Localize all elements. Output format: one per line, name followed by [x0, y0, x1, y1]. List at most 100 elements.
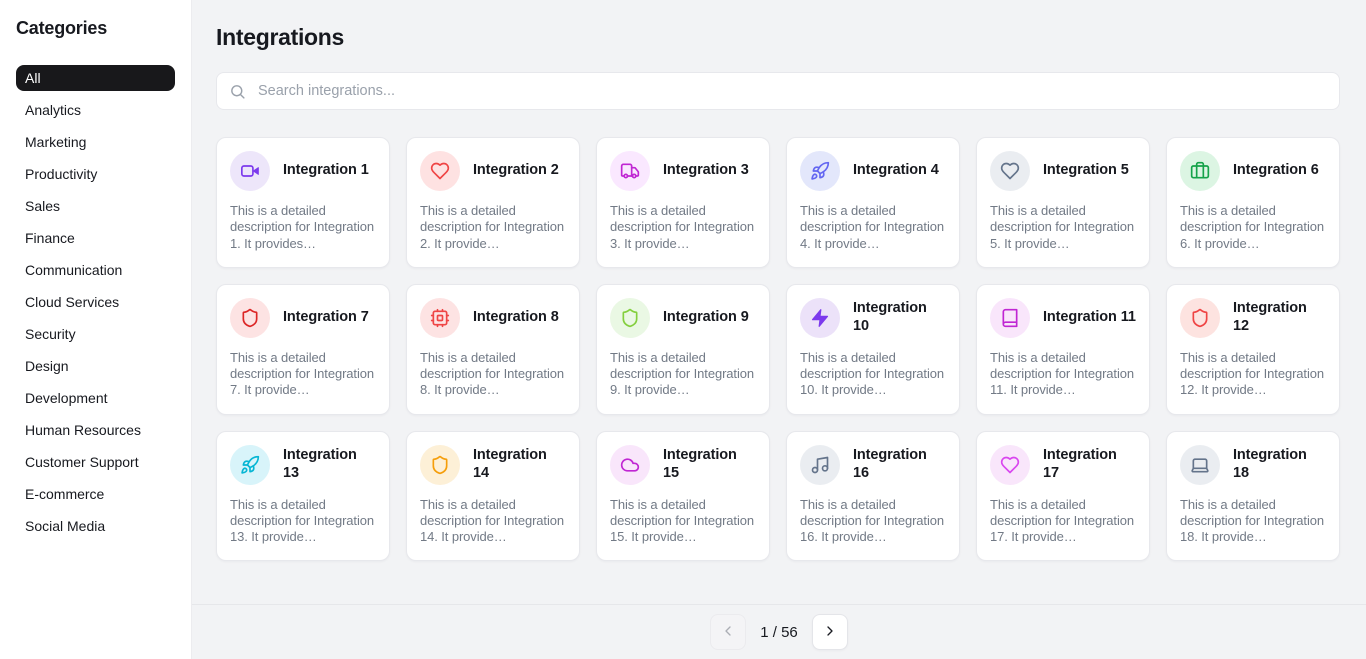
search-icon	[229, 83, 246, 100]
integration-description: This is a detailed description for Integ…	[230, 497, 376, 546]
integration-description: This is a detailed description for Integ…	[800, 497, 946, 546]
integration-card[interactable]: Integration 15 This is a detailed descri…	[596, 431, 770, 562]
next-page-button[interactable]	[812, 614, 848, 650]
card-header: Integration 2	[420, 151, 566, 191]
integration-card[interactable]: Integration 2 This is a detailed descrip…	[406, 137, 580, 268]
sidebar-item[interactable]: Development	[16, 385, 175, 411]
card-header: Integration 14	[420, 445, 566, 485]
integration-title: Integration 16	[853, 447, 946, 482]
integration-card[interactable]: Integration 4 This is a detailed descrip…	[786, 137, 960, 268]
card-header: Integration 5	[990, 151, 1136, 191]
integration-title: Integration 4	[853, 162, 939, 179]
rocket-icon	[230, 445, 270, 485]
sidebar-item[interactable]: All	[16, 65, 175, 91]
integration-description: This is a detailed description for Integ…	[800, 350, 946, 399]
sidebar-item[interactable]: Cloud Services	[16, 289, 175, 315]
integration-title: Integration 9	[663, 309, 749, 326]
card-header: Integration 7	[230, 298, 376, 338]
card-header: Integration 10	[800, 298, 946, 338]
card-header: Integration 16	[800, 445, 946, 485]
truck-icon	[610, 151, 650, 191]
integration-card[interactable]: Integration 5 This is a detailed descrip…	[976, 137, 1150, 268]
integration-card[interactable]: Integration 1 This is a detailed descrip…	[216, 137, 390, 268]
integration-title: Integration 3	[663, 162, 749, 179]
integration-title: Integration 1	[283, 162, 369, 179]
page-indicator: 1 / 56	[760, 624, 798, 641]
integration-title: Integration 5	[1043, 162, 1129, 179]
integration-card[interactable]: Integration 13 This is a detailed descri…	[216, 431, 390, 562]
cloud-icon	[610, 445, 650, 485]
integration-card[interactable]: Integration 14 This is a detailed descri…	[406, 431, 580, 562]
card-header: Integration 13	[230, 445, 376, 485]
card-header: Integration 15	[610, 445, 756, 485]
sidebar-item[interactable]: Sales	[16, 193, 175, 219]
sidebar-item[interactable]: Productivity	[16, 161, 175, 187]
heart-icon	[990, 151, 1030, 191]
sidebar-item[interactable]: Analytics	[16, 97, 175, 123]
integrations-grid: Integration 1 This is a detailed descrip…	[216, 137, 1340, 561]
sidebar-item[interactable]: Design	[16, 353, 175, 379]
integration-card[interactable]: Integration 17 This is a detailed descri…	[976, 431, 1150, 562]
integration-card[interactable]: Integration 10 This is a detailed descri…	[786, 284, 960, 415]
card-header: Integration 18	[1180, 445, 1326, 485]
integration-card[interactable]: Integration 6 This is a detailed descrip…	[1166, 137, 1340, 268]
integration-card[interactable]: Integration 7 This is a detailed descrip…	[216, 284, 390, 415]
main-panel: Integrations Integration 1 This is a det…	[192, 0, 1366, 659]
sidebar-item[interactable]: Marketing	[16, 129, 175, 155]
integration-card[interactable]: Integration 11 This is a detailed descri…	[976, 284, 1150, 415]
shield-icon	[230, 298, 270, 338]
laptop-icon	[1180, 445, 1220, 485]
integration-card[interactable]: Integration 9 This is a detailed descrip…	[596, 284, 770, 415]
integration-card[interactable]: Integration 8 This is a detailed descrip…	[406, 284, 580, 415]
integration-title: Integration 12	[1233, 300, 1326, 335]
sidebar-item[interactable]: Human Resources	[16, 417, 175, 443]
heart-icon	[420, 151, 460, 191]
integration-title: Integration 13	[283, 447, 376, 482]
integration-title: Integration 11	[1043, 309, 1136, 326]
search-input[interactable]	[256, 82, 1327, 100]
shield-icon	[610, 298, 650, 338]
heart-icon	[990, 445, 1030, 485]
integration-card[interactable]: Integration 12 This is a detailed descri…	[1166, 284, 1340, 415]
sidebar-item[interactable]: Communication	[16, 257, 175, 283]
main-content: Integrations Integration 1 This is a det…	[192, 0, 1366, 604]
integration-title: Integration 15	[663, 447, 756, 482]
integration-description: This is a detailed description for Integ…	[800, 203, 946, 252]
shield-icon	[1180, 298, 1220, 338]
sidebar-item[interactable]: Finance	[16, 225, 175, 251]
integration-description: This is a detailed description for Integ…	[230, 350, 376, 399]
integration-card[interactable]: Integration 16 This is a detailed descri…	[786, 431, 960, 562]
integration-description: This is a detailed description for Integ…	[610, 497, 756, 546]
integration-description: This is a detailed description for Integ…	[990, 497, 1136, 546]
integration-description: This is a detailed description for Integ…	[990, 350, 1136, 399]
previous-page-button[interactable]	[710, 614, 746, 650]
search-bar	[216, 72, 1340, 110]
integration-description: This is a detailed description for Integ…	[990, 203, 1136, 252]
rocket-icon	[800, 151, 840, 191]
page-title: Integrations	[216, 24, 1340, 51]
pagination-bar: 1 / 56	[192, 604, 1366, 659]
card-header: Integration 17	[990, 445, 1136, 485]
zap-icon	[800, 298, 840, 338]
integration-description: This is a detailed description for Integ…	[420, 203, 566, 252]
integration-title: Integration 10	[853, 300, 946, 335]
briefcase-icon	[1180, 151, 1220, 191]
music-icon	[800, 445, 840, 485]
chevron-right-icon	[822, 623, 838, 642]
video-camera-icon	[230, 151, 270, 191]
integration-title: Integration 6	[1233, 162, 1319, 179]
sidebar-item[interactable]: Social Media	[16, 513, 175, 539]
sidebar: Categories AllAnalyticsMarketingProducti…	[0, 0, 192, 659]
integration-title: Integration 2	[473, 162, 559, 179]
shield-icon	[420, 445, 460, 485]
integration-description: This is a detailed description for Integ…	[610, 350, 756, 399]
integration-card[interactable]: Integration 3 This is a detailed descrip…	[596, 137, 770, 268]
chevron-left-icon	[720, 623, 736, 642]
sidebar-item[interactable]: Customer Support	[16, 449, 175, 475]
card-header: Integration 3	[610, 151, 756, 191]
sidebar-item[interactable]: E-commerce	[16, 481, 175, 507]
integration-description: This is a detailed description for Integ…	[420, 350, 566, 399]
integration-card[interactable]: Integration 18 This is a detailed descri…	[1166, 431, 1340, 562]
sidebar-item[interactable]: Security	[16, 321, 175, 347]
integration-description: This is a detailed description for Integ…	[1180, 497, 1326, 546]
